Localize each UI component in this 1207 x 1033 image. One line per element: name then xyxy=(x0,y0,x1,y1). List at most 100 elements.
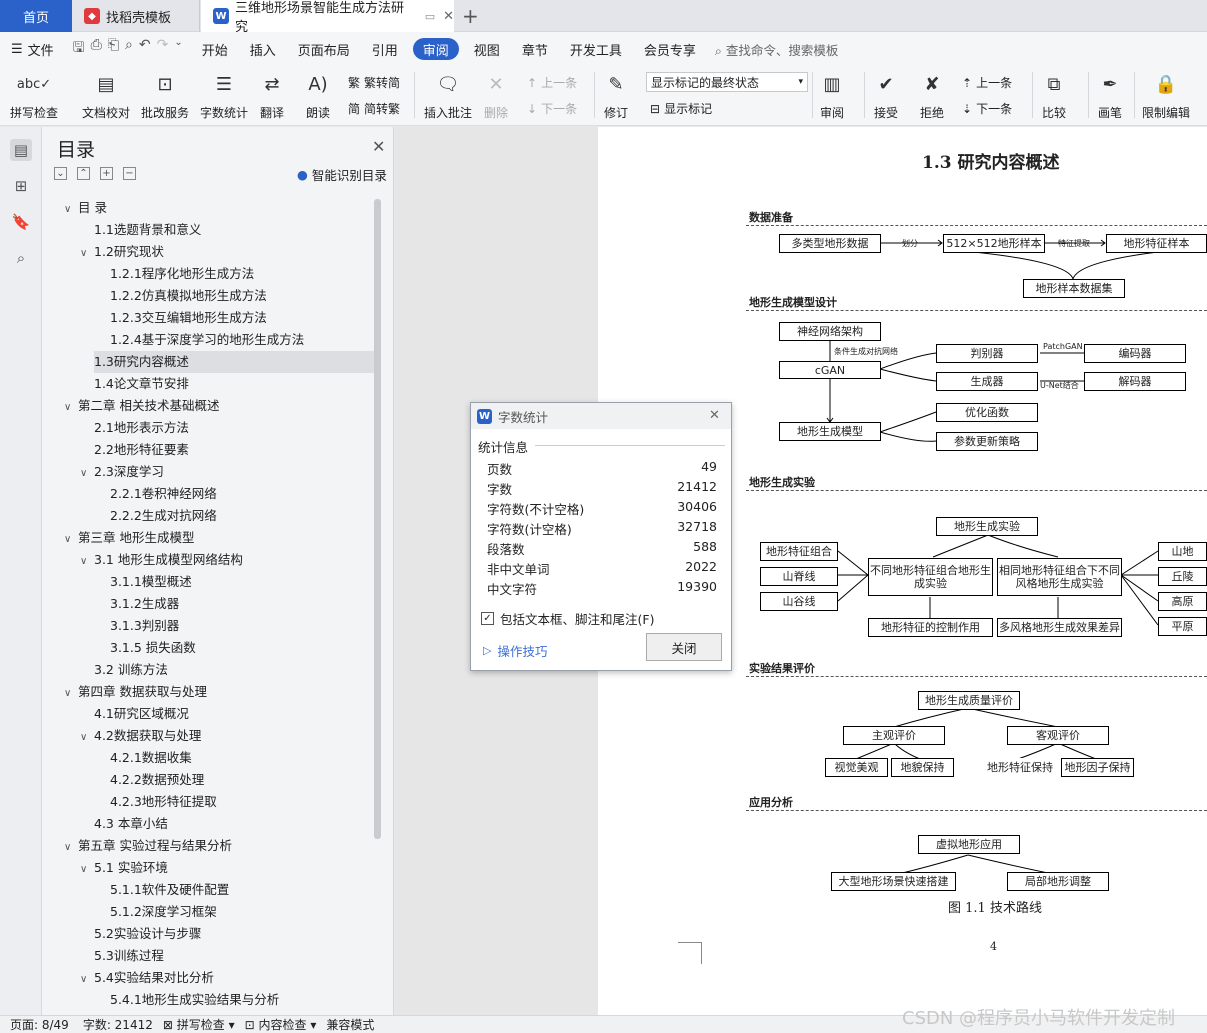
show-markup-button[interactable]: ⊟ 显示标记 xyxy=(650,100,712,117)
tab-home[interactable]: 首页 xyxy=(0,0,72,32)
toc-item[interactable]: 5.4.1地形生成实验结果与分析 xyxy=(42,989,372,1011)
add-heading-icon[interactable]: + xyxy=(100,167,113,180)
preview-icon[interactable]: ⌕ xyxy=(125,37,133,61)
toc-item[interactable]: 4.2.2数据预处理 xyxy=(42,769,372,791)
remove-heading-icon[interactable]: − xyxy=(123,167,136,180)
toc-item[interactable]: ∨ 第五章 实验过程与结果分析 xyxy=(42,835,372,857)
toc-item[interactable]: 1.3研究内容概述 xyxy=(94,351,374,373)
menu-layout[interactable]: 页面布局 xyxy=(287,38,361,60)
include-textbox-checkbox[interactable]: ✓ 包括文本框、脚注和尾注(F) xyxy=(481,609,654,628)
toc-pane-icon[interactable]: ▤ xyxy=(10,139,32,161)
toc-item[interactable]: 1.2.4基于深度学习的地形生成方法 xyxy=(42,329,372,351)
chevron-down-icon[interactable]: ∨ xyxy=(64,529,78,551)
spell-status[interactable]: ⊠ 拼写检查 ▾ xyxy=(163,1016,235,1033)
menu-developer[interactable]: 开发工具 xyxy=(559,38,633,60)
review-pane-button[interactable]: ▥ 审阅 xyxy=(818,70,846,121)
delete-comment-button[interactable]: ✕ 删除 xyxy=(482,70,510,121)
accept-button[interactable]: ✔ 接受 xyxy=(872,70,900,121)
close-button[interactable]: 关闭 xyxy=(646,633,722,661)
prev-change-button[interactable]: ⇡ 上一条 xyxy=(962,74,1012,91)
chevron-down-icon[interactable]: ⌄ xyxy=(174,37,182,61)
toc-item[interactable]: ∨ 5.1 实验环境 xyxy=(42,857,372,879)
markup-state-select[interactable]: 显示标记的最终状态 ▾ xyxy=(646,72,808,92)
chevron-down-icon[interactable]: ∨ xyxy=(64,397,78,419)
toc-item[interactable]: 1.4论文章节安排 xyxy=(42,373,372,395)
menu-references[interactable]: 引用 xyxy=(361,38,409,60)
chapter-nav-icon[interactable]: ⊞ xyxy=(10,175,32,197)
chevron-down-icon[interactable]: ∨ xyxy=(64,199,78,221)
toc-item[interactable]: ∨ 第二章 相关技术基础概述 xyxy=(42,395,372,417)
toc-item[interactable]: 3.1.2生成器 xyxy=(42,593,372,615)
insert-comment-button[interactable]: 🗨 插入批注 xyxy=(424,70,472,121)
chevron-down-icon[interactable]: ∨ xyxy=(80,243,94,265)
toc-item[interactable]: ∨ 3.1 地形生成模型网络结构 xyxy=(42,549,372,571)
toc-item[interactable]: ∨ 1.2研究现状 xyxy=(42,241,372,263)
expand-all-icon[interactable]: ⌃ xyxy=(77,167,90,180)
translate-button[interactable]: ⇄ 翻译 xyxy=(258,70,286,121)
toc-item[interactable]: 2.2.2生成对抗网络 xyxy=(42,505,372,527)
chevron-down-icon[interactable]: ∨ xyxy=(64,837,78,859)
toc-item[interactable]: 1.2.2仿真模拟地形生成方法 xyxy=(42,285,372,307)
restrict-editing-button[interactable]: 🔒 限制编辑 xyxy=(1142,70,1190,121)
close-icon[interactable]: ✕ xyxy=(372,137,385,156)
track-changes-button[interactable]: ✎ 修订 xyxy=(602,70,630,121)
toc-item[interactable]: 5.2实验设计与步骤 xyxy=(42,923,372,945)
toc-item[interactable]: ∨ 5.4实验结果对比分析 xyxy=(42,967,372,989)
toc-item[interactable]: 2.1地形表示方法 xyxy=(42,417,372,439)
chevron-down-icon[interactable]: ∨ xyxy=(80,969,94,991)
bookmark-icon[interactable]: 🔖 xyxy=(10,211,32,233)
toc-item[interactable]: ∨ 第三章 地形生成模型 xyxy=(42,527,372,549)
toc-item[interactable]: 2.2.1卷积神经网络 xyxy=(42,483,372,505)
menu-review[interactable]: 审阅 xyxy=(412,38,459,60)
proofread-button[interactable]: ▤ 文档校对 xyxy=(82,70,130,121)
toc-item[interactable]: 5.1.2深度学习框架 xyxy=(42,901,372,923)
new-tab-icon[interactable]: + xyxy=(462,4,479,28)
toc-item[interactable]: 5.3训练过程 xyxy=(42,945,372,967)
reject-button[interactable]: ✘ 拒绝 xyxy=(918,70,946,121)
pen-button[interactable]: ✒ 画笔 xyxy=(1096,70,1124,121)
toc-item[interactable]: 5.1.1软件及硬件配置 xyxy=(42,879,372,901)
toc-item[interactable]: 1.2.3交互编辑地形生成方法 xyxy=(42,307,372,329)
compare-button[interactable]: ⧉ 比较 xyxy=(1040,70,1068,121)
command-search[interactable]: ⌕ 查找命令、搜索模板 xyxy=(715,40,839,59)
trad-to-simp-button[interactable]: 繁繁转简 xyxy=(348,74,400,91)
word-count-button[interactable]: ☰ 字数统计 xyxy=(200,70,248,121)
chevron-down-icon[interactable]: ∨ xyxy=(80,859,94,881)
menu-chapter[interactable]: 章节 xyxy=(511,38,559,60)
content-check-status[interactable]: ⊡ 内容检查 ▾ xyxy=(245,1016,317,1033)
word-count-indicator[interactable]: 字数: 21412 xyxy=(83,1016,153,1033)
chevron-down-icon[interactable]: ∨ xyxy=(64,683,78,705)
page-indicator[interactable]: 页面: 8/49 xyxy=(10,1016,69,1033)
chevron-down-icon[interactable]: ∨ xyxy=(80,727,94,749)
toc-item[interactable]: 1.1选题背景和意义 xyxy=(42,219,372,241)
toc-item[interactable]: 1.2.1程序化地形生成方法 xyxy=(42,263,372,285)
read-aloud-button[interactable]: A) 朗读 xyxy=(304,70,332,121)
close-icon[interactable]: ✕ xyxy=(709,408,720,423)
toc-item[interactable]: 3.2 训练方法 xyxy=(42,659,372,681)
menu-view[interactable]: 视图 xyxy=(463,38,511,60)
menu-member[interactable]: 会员专享 xyxy=(633,38,707,60)
toc-item[interactable]: 4.3 本章小结 xyxy=(42,813,372,835)
prev-comment-button[interactable]: ↑ 上一条 xyxy=(527,74,577,91)
search-icon[interactable]: ⌕ xyxy=(10,247,32,269)
toc-item[interactable]: ∨ 目 录 xyxy=(42,197,372,219)
toc-item[interactable]: 4.2.1数据收集 xyxy=(42,747,372,769)
toc-item[interactable]: ∨ 4.2数据获取与处理 xyxy=(42,725,372,747)
next-change-button[interactable]: ⇣ 下一条 xyxy=(962,100,1012,117)
smart-toc-button[interactable]: ● 智能识别目录 xyxy=(297,165,387,184)
toc-item[interactable]: 4.1研究区域概况 xyxy=(42,703,372,725)
collapse-all-icon[interactable]: ⌄ xyxy=(54,167,67,180)
toc-item[interactable]: 3.1.5 损失函数 xyxy=(42,637,372,659)
menu-start[interactable]: 开始 xyxy=(191,38,239,60)
toc-item[interactable]: 2.2地形特征要素 xyxy=(42,439,372,461)
tips-link[interactable]: ▷ 操作技巧 xyxy=(483,641,547,660)
toc-item[interactable]: 3.1.3判别器 xyxy=(42,615,372,637)
toc-item[interactable]: 3.1.1模型概述 xyxy=(42,571,372,593)
chevron-down-icon[interactable]: ∨ xyxy=(80,551,94,573)
toc-item[interactable]: 4.2.3地形特征提取 xyxy=(42,791,372,813)
close-tab-icon[interactable]: ✕ xyxy=(443,9,454,24)
file-menu[interactable]: ☰ 文件 xyxy=(0,38,65,60)
export-icon[interactable]: ⎙ xyxy=(91,37,102,61)
menu-insert[interactable]: 插入 xyxy=(239,38,287,60)
spell-check-button[interactable]: abc✓ 拼写检查 xyxy=(10,70,58,121)
